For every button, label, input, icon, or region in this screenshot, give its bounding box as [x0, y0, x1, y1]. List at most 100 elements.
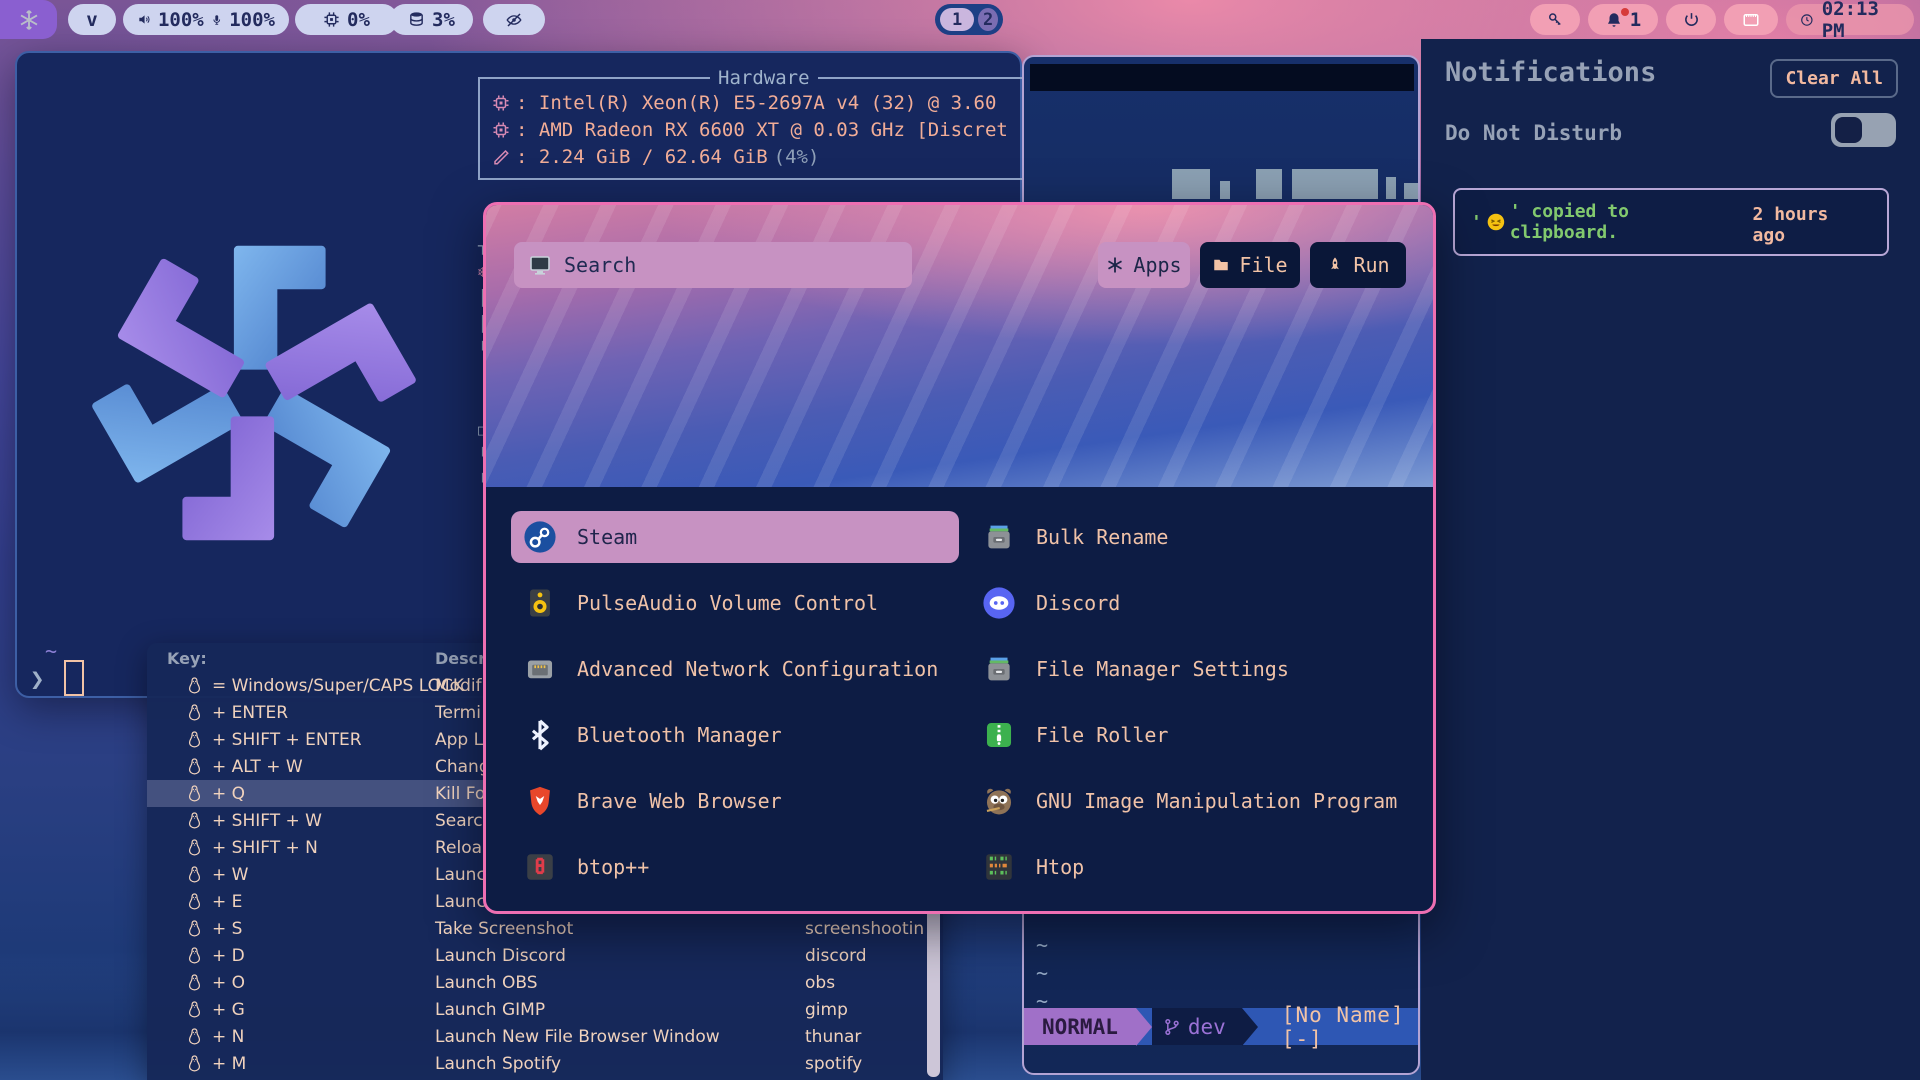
clear-all-button[interactable]: Clear All — [1770, 59, 1898, 98]
keybind-description: Reloa — [435, 838, 482, 858]
keybind-combo: + E — [185, 892, 242, 912]
workspace-2[interactable]: 2 — [978, 8, 998, 31]
tui-block — [1386, 177, 1396, 199]
hardware-memory-line: : 2.24 GiB / 62.64 GiB (4%) — [492, 143, 1064, 170]
app-item-bulk-rename[interactable]: Bulk Rename — [970, 511, 1428, 563]
super-key-penguin-icon — [185, 838, 204, 857]
key-icon — [1546, 11, 1564, 29]
app-item-fm-settings[interactable]: File Manager Settings — [970, 643, 1428, 695]
hardware-gpu-line: : AMD Radeon RX 6600 XT @ 0.03 GHz [Disc… — [492, 116, 1064, 143]
snowflake-icon — [1106, 256, 1124, 274]
fastfetch-hardware-box: Hardware : Intel(R) Xeon(R) E5-2697A v4 … — [478, 77, 1078, 180]
microphone-icon — [211, 12, 223, 28]
notifications-widget[interactable]: 1 — [1588, 4, 1658, 35]
keybind-combo: + ALT + W — [185, 757, 303, 777]
shell-tilde: ~ — [45, 639, 57, 663]
tab-file[interactable]: File — [1200, 242, 1300, 288]
search-input[interactable]: Search — [514, 242, 912, 288]
disk-widget[interactable]: 3% — [390, 4, 473, 35]
screen-icon — [1741, 11, 1761, 29]
app-item-brave[interactable]: Brave Web Browser — [511, 775, 959, 827]
super-key-penguin-icon — [185, 811, 204, 830]
top-status-bar: v 100% 100% 0% 3% 1 2 1 02:13 PM — [0, 0, 1920, 39]
keybind-row[interactable]: + MLaunch Spotifyspotify — [147, 1050, 927, 1077]
tui-block — [1172, 169, 1210, 199]
ethernet-icon — [523, 652, 557, 686]
vim-file-segment: [No Name] [-] — [1258, 1003, 1418, 1051]
file-drawer-icon — [982, 652, 1016, 686]
keybind-combo: + W — [185, 865, 248, 885]
idle-inhibitor-widget[interactable] — [483, 4, 545, 35]
vim-statusline: NORMAL dev [No Name] [-] — [1024, 1008, 1418, 1045]
notification-badge-dot — [1621, 8, 1629, 16]
eye-off-icon — [505, 11, 523, 29]
keybind-combo: + SHIFT + ENTER — [185, 730, 362, 750]
terminal-titlebar — [1030, 64, 1414, 91]
bell-icon — [1605, 11, 1623, 29]
cpu-widget[interactable]: 0% — [295, 4, 398, 35]
app-item-bluetooth[interactable]: Bluetooth Manager — [511, 709, 959, 761]
keybind-row[interactable]: + DLaunch Discorddiscord — [147, 942, 927, 969]
folder-icon — [1212, 256, 1230, 274]
app-item-steam[interactable]: Steam — [511, 511, 959, 563]
keybind-combo: + G — [185, 1000, 245, 1020]
speaker-icon — [137, 11, 151, 28]
super-key-penguin-icon — [185, 946, 204, 965]
do-not-disturb-toggle[interactable] — [1831, 113, 1896, 147]
notification-card[interactable]: ' ' copied to clipboard. 2 hours ago — [1453, 188, 1889, 256]
bluetooth-icon — [523, 718, 557, 752]
brave-icon — [523, 784, 557, 818]
keybind-combo: + Q — [185, 784, 245, 804]
keybind-command: screenshootin — [805, 919, 924, 939]
search-placeholder: Search — [564, 253, 636, 277]
vim-tilde: ~ — [1036, 933, 1048, 957]
clock-icon — [1800, 12, 1814, 28]
app-item-discord[interactable]: Discord — [970, 577, 1428, 629]
do-not-disturb-label: Do Not Disturb — [1445, 121, 1622, 145]
keybind-combo: + M — [185, 1054, 246, 1074]
keybind-description: Launch Spotify — [435, 1054, 561, 1074]
keybind-combo: = Windows/Super/CAPS LOCK — [185, 676, 464, 696]
tab-apps[interactable]: Apps — [1098, 242, 1190, 288]
keybind-row[interactable]: + STake Screenshotscreenshootin — [147, 915, 927, 942]
hardware-cpu-line: : Intel(R) Xeon(R) E5-2697A v4 (32) @ 3.… — [492, 89, 1064, 116]
git-branch-icon — [1162, 1017, 1182, 1037]
hardware-box-title: Hardware — [710, 67, 818, 89]
screen-widget[interactable] — [1724, 4, 1778, 35]
keybind-row[interactable]: + NLaunch New File Browser Windowthunar — [147, 1023, 927, 1050]
btop-icon — [523, 850, 557, 884]
app-item-file-roller[interactable]: File Roller — [970, 709, 1428, 761]
app-launcher-button[interactable]: v — [68, 4, 116, 35]
memory-icon — [492, 148, 510, 166]
nixos-menu-button[interactable] — [0, 0, 57, 39]
keybind-command: obs — [805, 973, 835, 993]
discord-icon — [982, 586, 1016, 620]
keybind-command: gimp — [805, 1000, 848, 1020]
keybind-row[interactable]: + GLaunch GIMPgimp — [147, 996, 927, 1023]
tui-block — [1404, 183, 1420, 199]
cpu-chip-icon — [323, 11, 340, 28]
keybind-row[interactable]: + OLaunch OBSobs — [147, 969, 927, 996]
power-widget[interactable] — [1666, 4, 1716, 35]
app-item-pavucontrol[interactable]: PulseAudio Volume Control — [511, 577, 959, 629]
keybind-description: Launch OBS — [435, 973, 538, 993]
launcher-wallpaper-header: Search Apps File Run — [486, 205, 1433, 487]
app-item-htop[interactable]: Htop — [970, 841, 1428, 893]
super-key-penguin-icon — [185, 1054, 204, 1073]
volume-widget[interactable]: 100% 100% — [123, 4, 289, 35]
clock-widget[interactable]: 02:13 PM — [1786, 4, 1914, 35]
app-item-network[interactable]: Advanced Network Configuration — [511, 643, 959, 695]
workspace-1-active[interactable]: 1 — [940, 8, 974, 31]
keybind-description: Launch Discord — [435, 946, 566, 966]
tab-run[interactable]: Run — [1310, 242, 1406, 288]
app-item-gimp[interactable]: GNU Image Manipulation Program — [970, 775, 1428, 827]
app-item-btop[interactable]: btop++ — [511, 841, 959, 893]
cpu-chip-icon — [492, 94, 510, 112]
keybinds-widget[interactable] — [1530, 4, 1580, 35]
gpu-chip-icon — [492, 121, 510, 139]
keybind-command: discord — [805, 946, 867, 966]
monitor-icon — [528, 253, 552, 277]
terminal-cursor[interactable] — [64, 660, 84, 696]
keybind-combo: + SHIFT + W — [185, 811, 322, 831]
vim-tilde: ~ — [1036, 961, 1048, 985]
